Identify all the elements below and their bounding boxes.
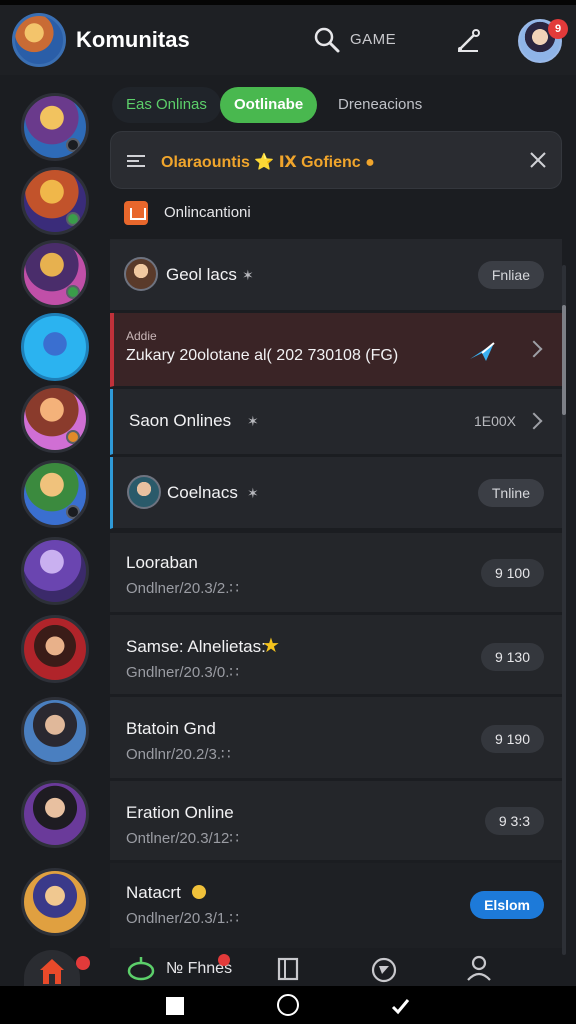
- tab-bar: Eas Onlinas Ootlinabe Dreneacions: [110, 87, 576, 125]
- community-avatar-3[interactable]: [21, 240, 89, 308]
- search-icon[interactable]: [312, 25, 342, 55]
- compose-icon[interactable]: [452, 25, 484, 57]
- count-badge: 1E00X: [473, 413, 516, 429]
- row-subtitle: Ontlner/20.3/12∷: [126, 830, 239, 847]
- row-title: Coelnacs: [167, 483, 238, 502]
- count-badge: 9 3:3: [484, 807, 544, 835]
- list-item[interactable]: Coelnacs ✶ Tnline: [110, 457, 562, 529]
- top-app-bar: Komunitas GAME 9: [0, 5, 576, 75]
- sparkle-icon: ✶: [242, 267, 254, 283]
- status-dot: [66, 285, 80, 299]
- count-badge: 9 190: [480, 725, 544, 753]
- share-icon[interactable]: [468, 339, 498, 363]
- book-icon[interactable]: [276, 956, 300, 982]
- star-icon: ★: [262, 635, 280, 657]
- row-title: Eration Online: [126, 803, 234, 822]
- row-title: Saon Onlines: [129, 411, 232, 430]
- list-item[interactable]: Saon Onlines ✶ 1E00X: [110, 389, 562, 455]
- community-avatar-4[interactable]: [21, 313, 89, 381]
- member-avatar: [127, 475, 161, 509]
- calendar-icon: [124, 201, 148, 225]
- row-title: Natacrt: [126, 883, 181, 902]
- community-avatar-2[interactable]: [21, 167, 89, 235]
- list-item[interactable]: Geol lacs ✶ Fnliae: [110, 239, 562, 311]
- system-navigation-bar: [0, 986, 576, 1024]
- filter-banner: Olaraountis ⭐ Ⅸ Gofienc ●: [110, 131, 562, 189]
- row-label: Addie: [126, 329, 157, 343]
- nav-games[interactable]: № Fhnes: [126, 954, 256, 982]
- community-avatar-6[interactable]: [21, 460, 89, 528]
- community-avatar-7[interactable]: [21, 537, 89, 605]
- recents-square-icon[interactable]: [166, 997, 184, 1015]
- status-dot: [66, 212, 80, 226]
- row-subtitle: Gndlner/20.3/0.∷: [126, 664, 239, 681]
- home-icon: [40, 959, 64, 984]
- row-title: Zukary 20olotane al( 202 730108 (FG): [126, 347, 399, 364]
- count-badge: 9 130: [480, 643, 544, 671]
- community-avatar-10[interactable]: [21, 780, 89, 848]
- tab-ootlinabe-active[interactable]: Ootlinabe: [220, 87, 318, 123]
- row-subtitle: Ondlner/20.3/1.∷: [126, 910, 239, 927]
- sparkle-icon: ✶: [247, 485, 259, 501]
- community-rail: [0, 75, 110, 985]
- list-item[interactable]: Looraban Ondlner/20.3/2.∷ 9 100: [110, 533, 562, 613]
- section-subheader: Onlincantioni: [124, 201, 564, 225]
- emoji-icon: [192, 885, 206, 899]
- banner-text: Olaraountis ⭐ Ⅸ Gofienc ●: [161, 154, 375, 171]
- sparkle-icon: ✶: [247, 413, 259, 429]
- row-subtitle: Ondlner/20.3/2.∷: [126, 580, 239, 597]
- search-label[interactable]: GAME: [350, 31, 396, 48]
- tab-eas-onlinas[interactable]: Eas Onlinas: [112, 87, 221, 123]
- count-badge: 9 100: [480, 559, 544, 587]
- home-circle-icon[interactable]: [277, 994, 299, 1016]
- app-logo-avatar[interactable]: [12, 13, 66, 67]
- list-item[interactable]: Btatoin Gnd Ondlnr/20.2/3.∷ 9 190: [110, 697, 562, 779]
- status-dot: [66, 430, 80, 444]
- main-content: Eas Onlinas Ootlinabe Dreneacions Olarao…: [110, 75, 576, 955]
- list-item[interactable]: Samse: Alnelietas: ★ Gndlner/20.3/0.∷ 9 …: [110, 615, 562, 695]
- scrollbar[interactable]: [562, 265, 566, 955]
- status-pill[interactable]: Fnliae: [477, 261, 544, 289]
- filter-icon[interactable]: [125, 150, 147, 172]
- chevron-right-icon[interactable]: [525, 340, 543, 358]
- status-pill[interactable]: Tnline: [477, 479, 544, 507]
- bottom-navigation: № Fhnes: [110, 948, 576, 986]
- notification-badge: 9: [548, 19, 568, 39]
- nav-badge: [218, 954, 230, 966]
- tab-dreneacions[interactable]: Dreneacions: [324, 87, 436, 123]
- community-avatar-1[interactable]: [21, 93, 89, 161]
- controller-icon: [127, 957, 155, 981]
- compass-icon[interactable]: [370, 956, 398, 984]
- row-title: Looraban: [126, 553, 198, 572]
- row-title: Btatoin Gnd: [126, 719, 216, 738]
- status-dot: [66, 505, 80, 519]
- row-title: Geol lacs: [166, 265, 237, 284]
- community-avatar-8[interactable]: [21, 615, 89, 683]
- list-item-highlighted[interactable]: Addie Zukary 20olotane al( 202 730108 (F…: [110, 313, 562, 387]
- back-check-icon[interactable]: [390, 996, 410, 1016]
- community-avatar-5[interactable]: [21, 385, 89, 453]
- subheader-text: Onlincantioni: [164, 204, 251, 221]
- community-avatar-9[interactable]: [21, 697, 89, 765]
- home-badge: [76, 956, 90, 970]
- list-item[interactable]: Eration Online Ontlner/20.3/12∷ 9 3:3: [110, 781, 562, 861]
- page-title: Komunitas: [76, 27, 190, 52]
- join-button[interactable]: Elslom: [470, 891, 544, 919]
- row-title: Samse: Alnelietas:: [126, 637, 266, 656]
- member-avatar: [124, 257, 158, 291]
- profile-icon[interactable]: [466, 954, 492, 982]
- close-icon[interactable]: [527, 149, 549, 171]
- status-dot: [66, 138, 80, 152]
- row-subtitle: Ondlnr/20.2/3.∷: [126, 746, 231, 763]
- list-item[interactable]: Natacrt Ondlner/20.3/1.∷ Elslom: [110, 863, 562, 949]
- community-avatar-11[interactable]: [21, 868, 89, 936]
